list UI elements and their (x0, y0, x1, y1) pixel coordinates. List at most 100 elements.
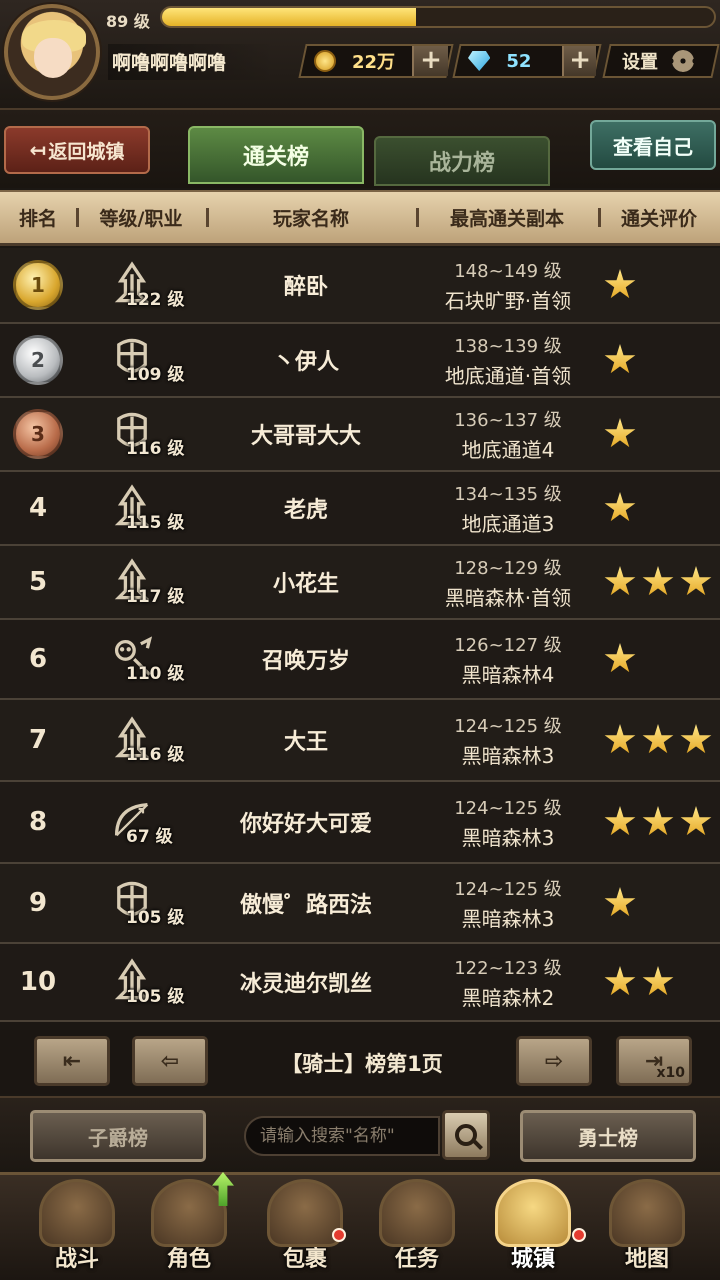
back-to-town-button[interactable]: ↤ 返回城镇 (4, 126, 150, 174)
ranking-tab-row: ↤ 返回城镇 通关榜 战力榜 查看自己 (0, 110, 720, 188)
table-row[interactable]: 3 116 级 大哥哥大大 136~137 级地底通道4 (0, 398, 720, 472)
add-gems-button[interactable]: + (562, 45, 596, 76)
dungeon-level-range: 134~135 级 (454, 483, 562, 505)
star-icon (604, 566, 636, 596)
gold-amount: 22万 (352, 52, 396, 73)
back-to-town-label: 返回城镇 (48, 140, 125, 163)
table-row[interactable]: 6 110 级 召唤万岁 126~127 级黑暗森林4 (0, 620, 720, 700)
player-avatar[interactable] (4, 4, 100, 100)
tab-clear-ranking[interactable]: 通关榜 (188, 126, 364, 184)
gold-coin-icon (314, 50, 336, 72)
table-row[interactable]: 7 116 级 大王 124~125 级黑暗森林3 (0, 700, 720, 782)
nav-town[interactable]: 城镇 (478, 1179, 588, 1280)
back-arrow-icon: ↤ (29, 138, 47, 162)
dungeon-level-range: 126~127 级 (454, 634, 562, 656)
ranking-table-header: 排名 等级/职业 玩家名称 最高通关副本 通关评价 (0, 190, 720, 246)
player-level: 89 级 (106, 12, 150, 31)
tab-power-ranking[interactable]: 战力榜 (374, 136, 550, 186)
star-icon (680, 724, 712, 754)
nav-battle[interactable]: 战斗 (22, 1179, 132, 1280)
dungeon-level-range: 136~137 级 (454, 409, 562, 431)
level-class-cell: 117 级 (80, 546, 204, 618)
rank-number: 6 (28, 644, 48, 674)
viscount-ranking-button[interactable]: 子爵榜 (30, 1110, 206, 1162)
player-name: 召唤万岁 (261, 649, 350, 674)
dungeon-cell: 124~125 级黑暗森林3 (408, 864, 608, 942)
table-row[interactable]: 8 67 级 你好好大可爱 124~125 级黑暗森林3 (0, 782, 720, 864)
player-level: 109 级 (126, 365, 185, 385)
player-name: 傲慢゜路西法 (239, 893, 372, 918)
skip-10-pages-button[interactable]: ⇥ x10 (616, 1036, 692, 1086)
class-badge: 117 级 (80, 552, 204, 612)
table-row[interactable]: 4 115 级 老虎 134~135 级地底通道3 (0, 472, 720, 546)
table-row[interactable]: 10 105 级 冰灵迪尔凯丝 122~123 级黑暗森林2 (0, 944, 720, 1022)
nav-map[interactable]: 地图 (592, 1179, 702, 1280)
dungeon-name: 地底通道3 (461, 511, 555, 536)
rank-number: 4 (28, 493, 48, 523)
player-name: 丶伊人 (272, 350, 339, 375)
rating-stars (600, 248, 720, 322)
first-page-button[interactable]: ⇤ (34, 1036, 110, 1086)
rating-stars (600, 700, 720, 780)
nav-quest[interactable]: 任务 (362, 1179, 472, 1280)
star-icon (604, 966, 636, 996)
previous-page-button[interactable]: ⇦ (132, 1036, 208, 1086)
class-badge: 109 级 (80, 330, 204, 390)
search-button[interactable] (442, 1110, 490, 1160)
star-icon (680, 566, 712, 596)
rank-cell: 10 (0, 944, 76, 1020)
player-name: 醉卧 (283, 275, 328, 300)
table-row[interactable]: 9 105 级 傲慢゜路西法 124~125 级黑暗森林3 (0, 864, 720, 944)
star-icon (604, 492, 636, 522)
dungeon-cell: 122~123 级黑暗森林2 (408, 944, 608, 1020)
pagination-bar: ⇤ ⇦ 【骑士】榜第1页 ⇨ ⇥ x10 (0, 1030, 720, 1094)
dungeon-name: 黑暗森林4 (461, 662, 555, 687)
dungeon-name: 黑暗森林2 (461, 985, 555, 1010)
diamond-icon (468, 51, 490, 71)
player-name: 你好好大可爱 (239, 812, 372, 837)
bottom-nav: 战斗 角色 包裹 任务 城镇 地图 (0, 1172, 720, 1280)
nav-bag[interactable]: 包裹 (250, 1179, 360, 1280)
player-level: 105 级 (126, 987, 185, 1007)
star-icon (604, 806, 636, 836)
view-self-button[interactable]: 查看自己 (590, 120, 716, 170)
star-icon (604, 724, 636, 754)
star-icon (604, 643, 636, 673)
rank-number: 7 (28, 725, 48, 755)
star-icon (680, 806, 712, 836)
dungeon-name: 黑暗森林3 (461, 906, 555, 931)
player-name: 大哥哥大大 (250, 424, 361, 449)
dungeon-cell: 134~135 级地底通道3 (408, 472, 608, 544)
table-row[interactable]: 5 117 级 小花生 128~129 级黑暗森林·首领 (0, 546, 720, 620)
settings-button[interactable]: 设置 (602, 44, 720, 78)
star-icon (604, 269, 636, 299)
rank-cell: 7 (0, 700, 76, 780)
player-level: 115 级 (126, 513, 185, 533)
player-name: 冰灵迪尔凯丝 (239, 972, 372, 997)
add-gold-button[interactable]: + (412, 45, 448, 76)
dungeon-name: 地底通道·首领 (444, 363, 572, 388)
player-name: 小花生 (272, 572, 339, 597)
search-input[interactable] (244, 1116, 440, 1156)
nav-character[interactable]: 角色 (134, 1172, 244, 1280)
star-icon (642, 724, 674, 754)
dungeon-name: 黑暗森林3 (461, 743, 555, 768)
table-row[interactable]: 2 109 级 丶伊人 138~139 级地底通道·首领 (0, 324, 720, 398)
star-icon (642, 966, 674, 996)
search-bar: 子爵榜 勇士榜 (0, 1096, 720, 1172)
next-page-button[interactable]: ⇨ (516, 1036, 592, 1086)
bag-notification-dot (332, 1228, 346, 1242)
dungeon-cell: 128~129 级黑暗森林·首领 (408, 546, 608, 618)
crossed-swords-icon (39, 1179, 115, 1247)
player-name: 大王 (283, 730, 328, 755)
dungeon-name: 黑暗森林·首领 (444, 585, 572, 610)
rank-cell: 5 (0, 546, 76, 618)
rank-number: 5 (28, 567, 48, 597)
rank-number: 2 (31, 348, 45, 372)
rank-number: 8 (28, 807, 48, 837)
page-indicator: 【骑士】榜第1页 (281, 1052, 443, 1076)
player-level: 105 级 (126, 908, 185, 928)
warrior-ranking-button[interactable]: 勇士榜 (520, 1110, 696, 1162)
table-row[interactable]: 1 122 级 醉卧 148~149 级石块旷野·首领 (0, 248, 720, 324)
class-badge: 115 级 (80, 478, 204, 538)
